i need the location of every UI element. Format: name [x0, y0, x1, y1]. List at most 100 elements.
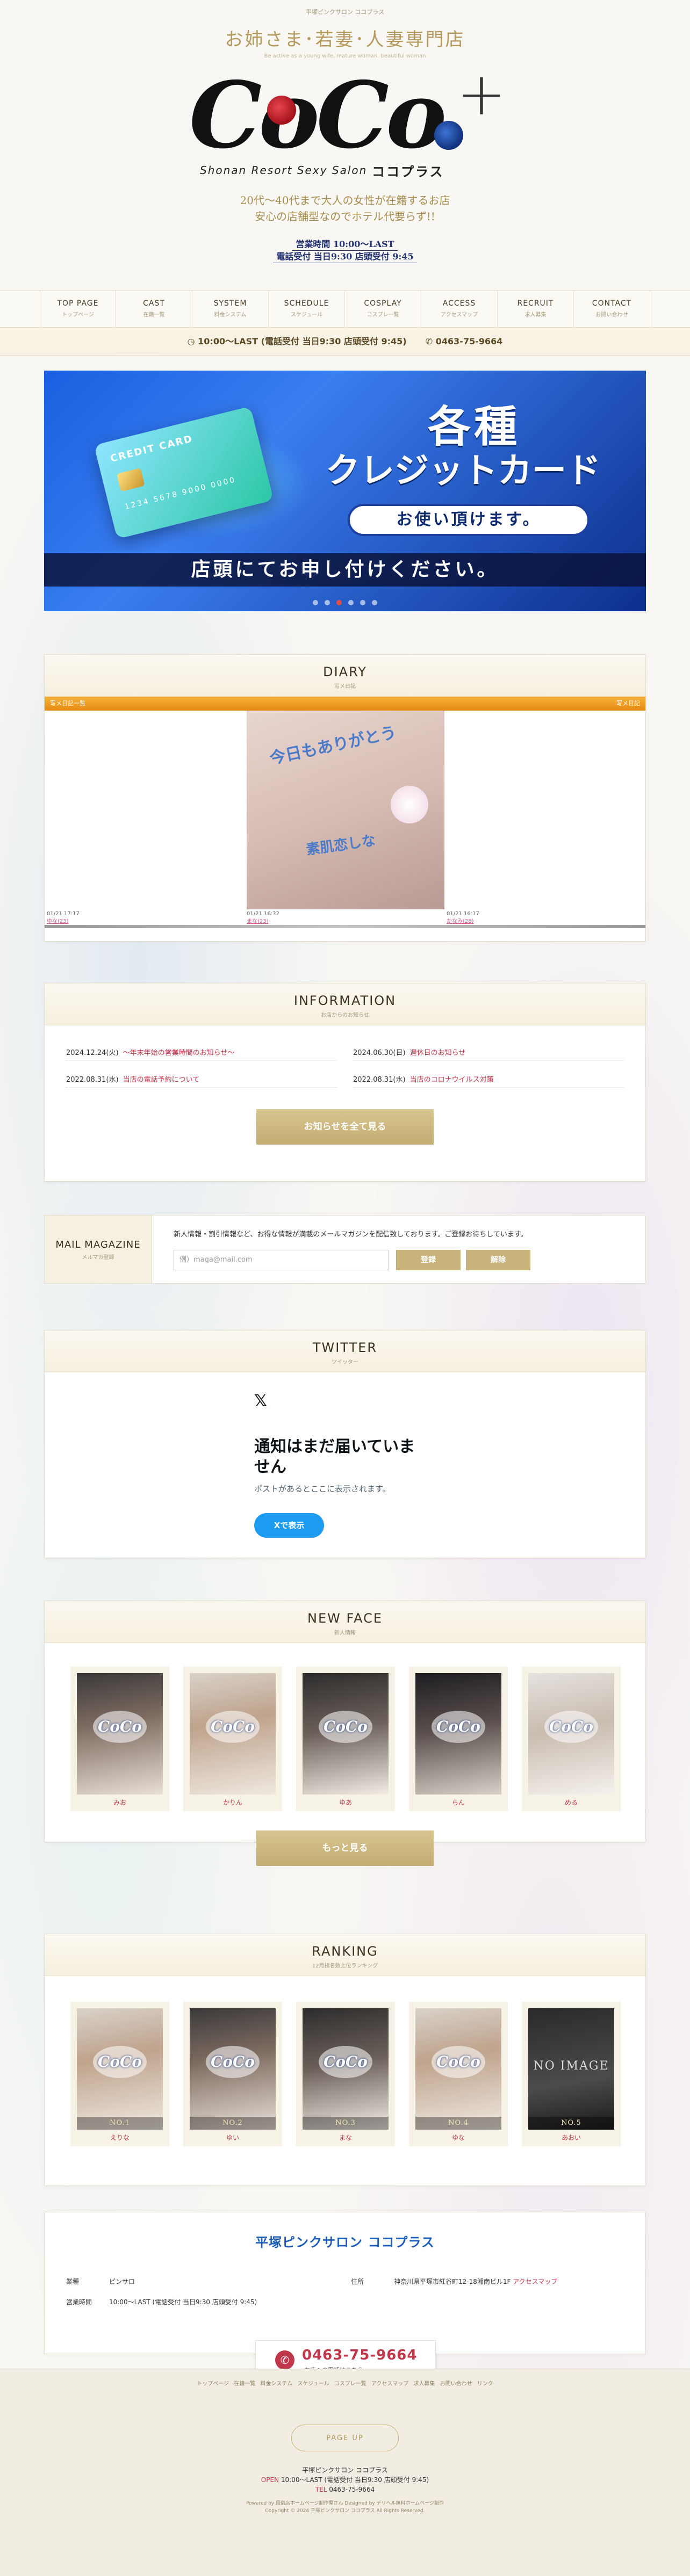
footer-open-label: OPEN [261, 2476, 279, 2484]
slider-dot[interactable] [313, 600, 318, 605]
ranking-list: CoCo NO.1 えりな CoCo NO.2 ゆい CoCo NO.3 まな CoCo NO… [70, 2002, 621, 2146]
nav-access[interactable]: ACCESS アクセスマップ [421, 291, 498, 327]
ranking-card[interactable]: CoCo NO.4 ゆな [409, 2002, 508, 2146]
nav-recruit[interactable]: RECRUIT 求人募集 [498, 291, 574, 327]
info-item[interactable]: 2024.06.30(日) 週休日のお知らせ [353, 1047, 624, 1061]
header-hours: 営業時間 10:00～LAST 電話受付 当日9:30 店頭受付 9:45 [0, 238, 690, 263]
diary-author[interactable]: ゆな(23) [47, 918, 69, 924]
red-rose-icon [267, 96, 296, 125]
ranking-card[interactable]: CoCo NO.2 ゆい [183, 2002, 282, 2146]
footer-link[interactable]: 料金システム [260, 2381, 292, 2387]
page-up-button[interactable]: PAGE UP [291, 2425, 399, 2451]
ranking-card[interactable]: NO IMAGE NO.5 あおい [522, 2002, 621, 2146]
nav-top-page[interactable]: TOP PAGE トップページ [40, 291, 116, 327]
footer-link[interactable]: アクセスマップ [371, 2381, 408, 2387]
cast-card[interactable]: CoCo かりん [183, 1667, 282, 1811]
nav-schedule[interactable]: SCHEDULE スケジュール [269, 291, 345, 327]
view-on-x-button[interactable]: Xで表示 [254, 1513, 324, 1538]
slider-dot[interactable] [372, 600, 377, 605]
hero-banner[interactable]: CREDIT CARD 1234 5678 9000 0000 各種 クレジット… [44, 371, 646, 611]
cast-name: ゆあ [339, 1799, 352, 1806]
email-field[interactable]: 例）maga@mail.com [174, 1250, 389, 1270]
footer-link[interactable]: 在籍一覧 [234, 2381, 255, 2387]
banner-headline-2: クレジットカード [326, 451, 601, 491]
cast-card[interactable]: CoCo みお [70, 1667, 169, 1811]
shop-address-row: 住所 神奈川県平塚市紅谷町12-18湘南ビル1F アクセスマップ [351, 2278, 558, 2285]
diary-date: 01/21 17:17 [47, 911, 80, 917]
sparkle-sticker [391, 786, 428, 823]
ranking-card[interactable]: CoCo NO.1 えりな [70, 2002, 169, 2146]
phone-icon: ✆ [275, 2350, 294, 2370]
footer-link[interactable]: お問い合わせ [440, 2381, 472, 2387]
diary-section: DIARY 写メ日記 写メ日記一覧 写メ日記 今日もありがとう 素肌恋しな 01… [44, 654, 646, 942]
ranking-section: RANKING 12月指名数上位ランキング CoCo NO.1 えりな CoCo NO… [44, 1934, 646, 2186]
diary-entry[interactable]: 01/21 16:17 かなみ(28) [447, 910, 644, 925]
footer-credits: Powered by 風俗店ホームページ制作屋さん Designed by デリ… [0, 2500, 690, 2515]
infobar-tel[interactable]: 0463-75-9664 [436, 336, 503, 346]
diary-author[interactable]: まな(23) [247, 918, 269, 924]
info-item[interactable]: 2022.08.31(水) 当店の電話予約について [66, 1074, 337, 1088]
footer-link[interactable]: コスプレ一覧 [334, 2381, 366, 2387]
infobar-hours: 10:00～LAST (電話受付 当日9:30 店頭受付 9:45) [198, 336, 407, 346]
site-logo[interactable]: CoCo + Shonan Resort Sexy Salon ココプラス [178, 59, 512, 179]
section-title: RANKING [312, 1944, 378, 1959]
register-button[interactable]: 登録 [396, 1250, 461, 1270]
slider-dot[interactable] [325, 600, 330, 605]
diary-entry[interactable]: 01/21 16:32 まな(23) [247, 910, 444, 925]
diary-link[interactable]: 写メ日記 [616, 697, 640, 711]
cast-card[interactable]: CoCo ゆあ [296, 1667, 395, 1811]
diary-date: 01/21 16:32 [247, 911, 279, 917]
nav-cosplay[interactable]: COSPLAY コスプレ一覧 [345, 291, 421, 327]
cast-card[interactable]: CoCo らん [409, 1667, 508, 1811]
footer-links: トップページ 在籍一覧 料金システム スケジュール コスプレ一覧 アクセスマップ… [0, 2379, 690, 2387]
footer-open: 10:00～LAST (電話受付 当日9:30 店頭受付 9:45) [281, 2476, 429, 2484]
info-item[interactable]: 2024.12.24(火) ～年末年始の営業時間のお知らせ～ [66, 1047, 337, 1061]
footer-link[interactable]: スケジュール [297, 2381, 329, 2387]
header-tagline: お姉さま･若妻･人妻専門店 [225, 29, 465, 50]
diary-author[interactable]: かなみ(28) [447, 918, 474, 924]
nav-system[interactable]: SYSTEM 料金システム [192, 291, 269, 327]
cast-name: らん [451, 1799, 465, 1806]
newface-header: NEW FACE 新人情報 [45, 1601, 645, 1643]
cast-name: みお [113, 1799, 126, 1806]
cast-photo: CoCo [415, 1673, 501, 1794]
page: 平塚ピンクサロン ココプラス お姉さま･若妻･人妻専門店 Be active a… [0, 0, 690, 2576]
nav-contact[interactable]: CONTACT お問い合わせ [574, 291, 650, 327]
logo-wordmark: CoCo [189, 62, 447, 169]
footer-tel-label: TEL [315, 2486, 327, 2493]
access-map-link[interactable]: アクセスマップ [513, 2278, 557, 2285]
twitter-empty-subtitle: ポストがあるとここに表示されます。 [254, 1484, 391, 1494]
section-title: INFORMATION [293, 993, 397, 1008]
section-subtitle: 新人情報 [334, 1630, 356, 1636]
diary-entry[interactable]: 01/21 17:17 ゆな(23) [47, 910, 245, 925]
rank-badge: NO.4 [415, 2117, 501, 2130]
header-catch: 20代～40代まで大人の女性が在籍するお店 安心の店舗型なのでホテル代要らず!! [0, 192, 690, 225]
ranking-card[interactable]: CoCo NO.3 まな [296, 2002, 395, 2146]
cast-photo: CoCo [528, 1673, 614, 1794]
shop-type-row: 業種 ピンサロ [66, 2278, 135, 2285]
diary-list-link[interactable]: 写メ日記一覧 [50, 700, 85, 707]
banner-bottom-text: 店頭にてお申し付けください。 [44, 553, 646, 587]
slider-dot[interactable] [348, 600, 354, 605]
info-item[interactable]: 2022.08.31(水) 当店のコロナウイルス対策 [353, 1074, 624, 1088]
diary-photo[interactable]: 今日もありがとう 素肌恋しな [247, 711, 444, 909]
slider-dot[interactable] [360, 600, 365, 605]
rank-badge: NO.5 [528, 2117, 614, 2130]
newface-more-button[interactable]: もっと見る [256, 1830, 434, 1866]
shop-title: 平塚ピンクサロン ココプラス [255, 2235, 435, 2250]
footer-tel[interactable]: 0463-75-9664 [329, 2486, 375, 2493]
info-more-button[interactable]: お知らせを全て見る [256, 1109, 434, 1145]
logo-stamp: CoCo [206, 2046, 260, 2078]
footer-link[interactable]: 求人募集 [413, 2381, 435, 2387]
nav-cast[interactable]: CAST 在籍一覧 [116, 291, 192, 327]
slider-dot-active[interactable] [336, 600, 342, 605]
footer-link[interactable]: リンク [477, 2381, 493, 2387]
footer-info: 平塚ピンクサロン ココプラス OPEN 10:00～LAST (電話受付 当日9… [0, 2465, 690, 2494]
cast-card[interactable]: CoCo める [522, 1667, 621, 1811]
rank-badge: NO.3 [303, 2117, 389, 2130]
unsubscribe-button[interactable]: 解除 [466, 1250, 530, 1270]
footer-link[interactable]: トップページ [197, 2381, 229, 2387]
logo-stamp: CoCo [432, 2046, 485, 2078]
section-subtitle: ツイッター [332, 1359, 358, 1365]
rank-badge: NO.2 [190, 2117, 276, 2130]
